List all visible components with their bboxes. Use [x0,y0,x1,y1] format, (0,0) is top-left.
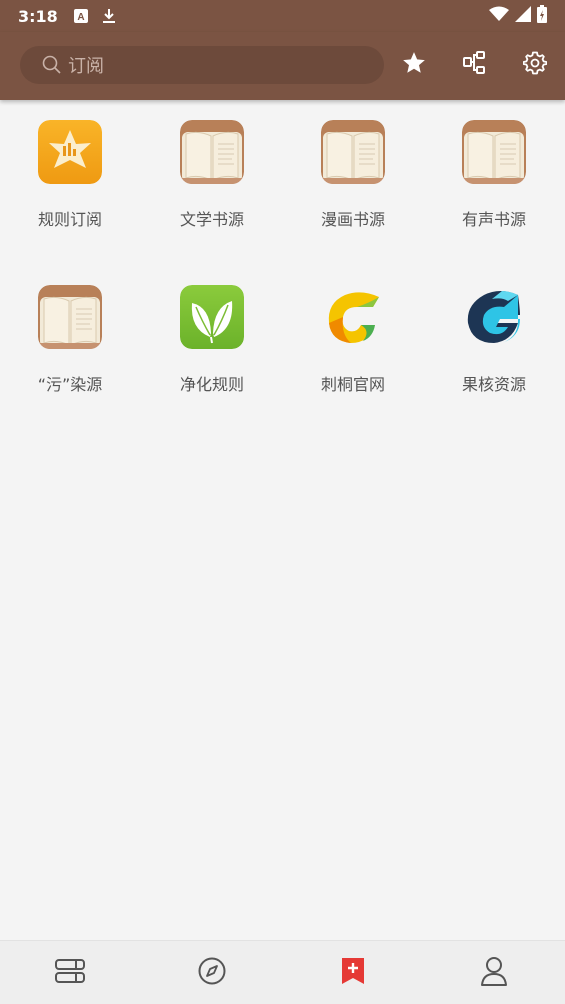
grid-item-pollution-source[interactable]: “污”染源 [15,277,125,395]
favorite-button[interactable] [397,48,431,82]
nav-subscription[interactable] [335,955,371,991]
grid-item-label: 规则订阅 [37,210,102,229]
g-logo-yellow-icon [321,285,385,349]
grid-item-literature-source[interactable]: 文学书源 [157,112,267,230]
grid-item-label: 有声书源 [461,210,526,229]
battery-charging-icon [537,5,547,27]
settings-button[interactable] [518,48,552,82]
search-placeholder: 订阅 [68,56,104,77]
nav-my[interactable] [476,955,512,991]
grid-row: 规则订阅 文学书源 漫画书源 有声书源 [0,112,565,232]
svg-text:A: A [77,12,84,23]
group-button[interactable] [457,48,491,82]
app-bar: 订阅 [0,32,565,100]
settings-gear-icon [522,51,548,79]
download-icon [102,8,116,24]
star-icon [401,50,427,80]
status-bar: 3:18 A [0,0,565,32]
open-book-icon [321,120,385,184]
grid-row: “污”染源 净化规则 刺桐官网 果核资源 [0,277,565,397]
grid-item-label: 果核资源 [461,375,526,394]
wifi-icon [489,6,509,26]
nav-discover[interactable] [194,955,230,991]
compass-icon [197,956,227,990]
g-logo-blue-icon [462,285,526,349]
nav-bookshelf[interactable] [52,955,88,991]
rss-star-icon [38,120,102,184]
grid-item-label: 净化规则 [179,375,244,394]
font-a-icon: A [73,9,88,23]
bottom-nav [0,940,565,1004]
bookshelf-icon [54,957,86,989]
grid-item-purify-rules[interactable]: 净化规则 [157,277,267,395]
group-tree-icon [461,50,487,80]
grid-item-audio-source[interactable]: 有声书源 [439,112,549,230]
search-input[interactable]: 订阅 [20,46,384,84]
grid-item-label: 文学书源 [179,210,244,229]
open-book-icon [38,285,102,349]
grid-item-label: 刺桐官网 [320,375,385,394]
person-icon [480,956,508,990]
grid-item-label: 漫画书源 [320,210,385,229]
bookmark-plus-icon [341,957,365,989]
grid-item-citong-site[interactable]: 刺桐官网 [298,277,408,395]
status-time: 3:18 [18,6,58,26]
leaf-icon [180,285,244,349]
grid-item-comic-source[interactable]: 漫画书源 [298,112,408,230]
open-book-icon [180,120,244,184]
signal-icon [515,6,531,26]
search-icon [42,55,62,75]
grid-item-rule-subscription[interactable]: 规则订阅 [15,112,125,230]
open-book-icon [462,120,526,184]
grid-item-guohe-resources[interactable]: 果核资源 [439,277,549,395]
grid-item-label: “污”染源 [37,375,103,394]
